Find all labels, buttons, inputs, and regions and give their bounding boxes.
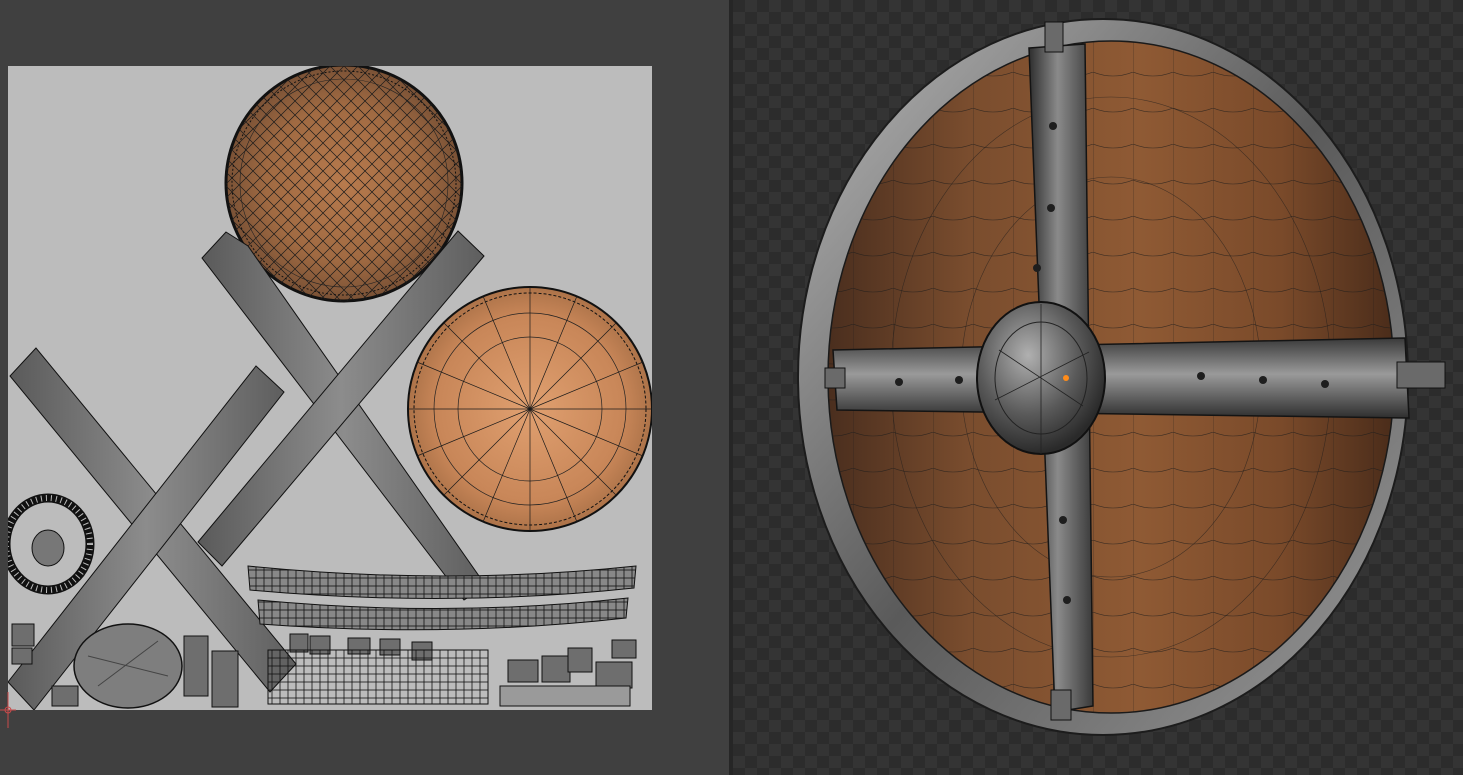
uv-origin-gizmo-icon (0, 692, 16, 728)
strap-clip-top (1044, 21, 1064, 53)
object-origin-icon (1063, 375, 1069, 381)
uv-layout-svg[interactable] (8, 66, 652, 710)
viewport-render-svg[interactable] (733, 0, 1463, 775)
strap-clip-left (824, 367, 846, 389)
shield-strap-horizontal[interactable] (832, 337, 1410, 419)
uv-island-small-ring[interactable] (8, 493, 95, 595)
uv-texture-canvas[interactable] (8, 66, 652, 710)
strap-clip-right (1396, 361, 1446, 389)
strap-clip-bottom (1050, 689, 1072, 721)
3d-viewport[interactable] (733, 0, 1463, 775)
uv-editor-panel[interactable] (0, 0, 729, 775)
uv-island-shield-face[interactable] (407, 286, 652, 532)
uv-island-rim-strip-2[interactable] (257, 597, 629, 631)
uv-island-handle-plate[interactable] (73, 623, 183, 709)
